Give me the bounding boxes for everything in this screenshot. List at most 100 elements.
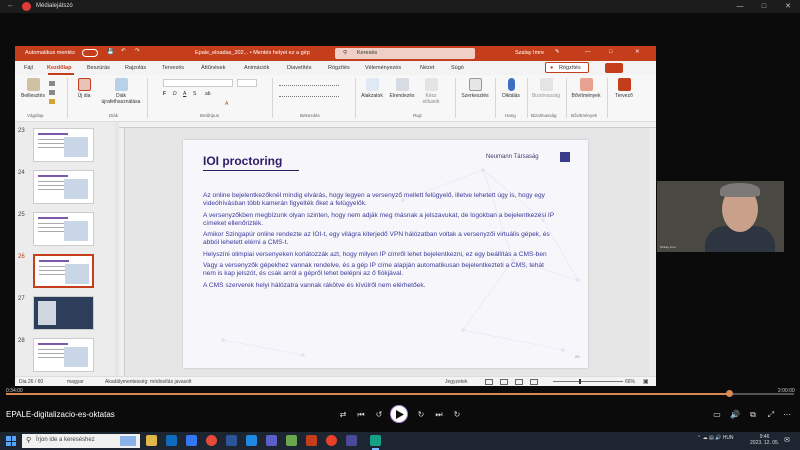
slide-thumbnail-row[interactable]: 28 bbox=[15, 336, 115, 376]
undo-icon[interactable]: ↶ bbox=[121, 48, 126, 54]
app-icon[interactable] bbox=[286, 435, 297, 446]
ppt-minimize-button[interactable]: — bbox=[585, 49, 591, 55]
zoom-slider[interactable] bbox=[553, 381, 623, 382]
slide-thumbnail[interactable] bbox=[33, 296, 94, 330]
copy-icon[interactable] bbox=[49, 90, 55, 95]
slide-thumbnail-row[interactable]: 26 bbox=[15, 252, 115, 292]
file-explorer-icon[interactable] bbox=[146, 435, 157, 446]
editing-button[interactable]: Szerkesztés bbox=[458, 78, 492, 99]
zoom-level[interactable]: 66% bbox=[625, 379, 635, 385]
chrome-icon[interactable] bbox=[206, 435, 217, 446]
volume-icon[interactable]: 🔊 bbox=[729, 410, 741, 419]
notes-button[interactable]: Jegyzetek bbox=[445, 379, 468, 385]
slide-thumbnail[interactable] bbox=[33, 128, 94, 162]
play-button[interactable] bbox=[390, 405, 408, 423]
ppt-search-box[interactable]: ⚲ Keresés bbox=[335, 48, 475, 59]
captions-icon[interactable]: ▭ bbox=[711, 410, 723, 419]
word-icon[interactable] bbox=[226, 435, 237, 446]
repeat-off-icon[interactable]: ↻ bbox=[451, 410, 463, 419]
accessibility-status[interactable]: Akadálymentesség: módosítás javasolt bbox=[105, 379, 191, 385]
store-icon[interactable] bbox=[246, 435, 257, 446]
taskbar-clock[interactable]: 9:46 2023. 12. 05. bbox=[750, 434, 779, 446]
windows-start-icon[interactable] bbox=[6, 436, 16, 446]
cut-icon[interactable] bbox=[49, 81, 55, 86]
strikethrough-button[interactable]: S bbox=[193, 91, 196, 97]
slide-thumbnail-row[interactable]: 25 bbox=[15, 210, 115, 250]
fullscreen-icon[interactable]: ⤢ bbox=[765, 410, 777, 420]
zoom-slider-knob[interactable] bbox=[579, 379, 581, 384]
tray-language[interactable]: HUN bbox=[723, 435, 734, 441]
slide-thumbnail-row[interactable]: 24 bbox=[15, 168, 115, 208]
back-arrow-icon[interactable]: ← bbox=[7, 2, 14, 9]
tab-home[interactable]: Kezdőlap bbox=[47, 65, 71, 71]
fit-slide-icon[interactable]: ▣ bbox=[643, 378, 649, 385]
arrange-button[interactable]: Elrendezés bbox=[387, 78, 417, 99]
sensitivity-button[interactable]: Bizalmasság bbox=[528, 78, 564, 99]
record-button[interactable]: ● Rögzítés bbox=[545, 62, 589, 73]
format-painter-icon[interactable] bbox=[49, 99, 55, 104]
tab-animations[interactable]: Animációk bbox=[244, 65, 269, 71]
tab-file[interactable]: Fájl bbox=[24, 65, 33, 71]
powerpoint-icon[interactable] bbox=[306, 435, 317, 446]
system-tray[interactable]: ⌃ ☁ ▤ 🔊 HUN bbox=[697, 435, 734, 441]
redo-icon[interactable]: ↷ bbox=[135, 48, 140, 54]
designer-button[interactable]: Tervező bbox=[609, 78, 639, 99]
slide-thumbnail[interactable] bbox=[33, 212, 94, 246]
ppt-maximize-button[interactable]: □ bbox=[609, 49, 612, 55]
mini-player-icon[interactable]: ⧉ bbox=[747, 410, 759, 420]
font-size-dropdown[interactable] bbox=[237, 79, 257, 87]
seek-bar-thumb[interactable] bbox=[726, 390, 734, 397]
next-icon[interactable]: ⏭ bbox=[433, 410, 445, 420]
vertical-scrollbar[interactable] bbox=[649, 128, 656, 376]
more-options-icon[interactable]: ⋯ bbox=[781, 410, 793, 419]
tab-record[interactable]: Rögzítés bbox=[328, 65, 350, 71]
previous-icon[interactable]: ⏮ bbox=[355, 410, 367, 420]
underline-button[interactable]: A bbox=[183, 91, 186, 97]
seek-bar[interactable] bbox=[6, 390, 794, 397]
close-button[interactable]: ✕ bbox=[776, 0, 800, 13]
media-player-taskbar-icon[interactable] bbox=[370, 435, 381, 450]
slide-thumbnail[interactable] bbox=[33, 338, 94, 372]
tab-help[interactable]: Súgó bbox=[451, 65, 464, 71]
ppt-close-button[interactable]: ✕ bbox=[635, 49, 640, 55]
onenote-icon[interactable] bbox=[346, 435, 357, 446]
slide-thumbnail-row[interactable]: 27 bbox=[15, 294, 115, 334]
slideshow-view-button[interactable] bbox=[530, 379, 538, 385]
slide-thumbnail-row[interactable]: 23 bbox=[15, 126, 115, 166]
char-spacing-button[interactable]: ab bbox=[205, 91, 211, 97]
edge-icon[interactable] bbox=[186, 435, 197, 446]
save-icon[interactable]: 💾 bbox=[107, 49, 114, 55]
tab-draw[interactable]: Rajzolás bbox=[125, 65, 146, 71]
tab-design[interactable]: Tervezés bbox=[162, 65, 184, 71]
tab-insert[interactable]: Beszúrás bbox=[87, 65, 110, 71]
reading-view-button[interactable] bbox=[515, 379, 523, 385]
notifications-icon[interactable]: ✉ bbox=[784, 436, 790, 444]
reuse-slides-button[interactable]: Diák újrafelhasználása bbox=[99, 78, 143, 105]
font-color-button[interactable]: A bbox=[225, 101, 228, 107]
new-slide-button[interactable]: Új dia bbox=[71, 78, 97, 99]
share-button[interactable] bbox=[605, 63, 623, 73]
align-buttons[interactable] bbox=[279, 91, 339, 97]
bold-button[interactable]: F bbox=[163, 91, 166, 97]
tab-slideshow[interactable]: Diavetítés bbox=[287, 65, 311, 71]
language-status[interactable]: magyar bbox=[67, 379, 84, 385]
paste-button[interactable]: Beillesztés bbox=[19, 78, 47, 99]
slide-sorter-button[interactable] bbox=[500, 379, 508, 385]
tab-review[interactable]: Véleményezés bbox=[365, 65, 401, 71]
autosave-toggle[interactable] bbox=[82, 49, 98, 57]
addins-button[interactable]: Bővítmények bbox=[567, 78, 605, 99]
taskbar-search[interactable]: ⚲ Írjon ide a kereséshez bbox=[22, 434, 140, 448]
normal-view-button[interactable] bbox=[485, 379, 493, 385]
teams-icon[interactable] bbox=[266, 435, 277, 446]
shuffle-icon[interactable]: ⇄ bbox=[337, 410, 349, 419]
dictate-button[interactable]: Diktálás bbox=[497, 78, 525, 99]
tab-transitions[interactable]: Áttűnések bbox=[201, 65, 225, 71]
italic-button[interactable]: D bbox=[173, 91, 177, 97]
maximize-button[interactable]: □ bbox=[752, 0, 776, 13]
outlook-icon[interactable] bbox=[166, 435, 177, 446]
slide-thumbnail[interactable] bbox=[33, 170, 94, 204]
font-family-dropdown[interactable] bbox=[163, 79, 233, 87]
quick-styles-button[interactable]: Kész stílusok bbox=[418, 78, 444, 105]
shapes-button[interactable]: Alakzatok bbox=[358, 78, 386, 99]
bullets-list-buttons[interactable] bbox=[279, 80, 339, 86]
